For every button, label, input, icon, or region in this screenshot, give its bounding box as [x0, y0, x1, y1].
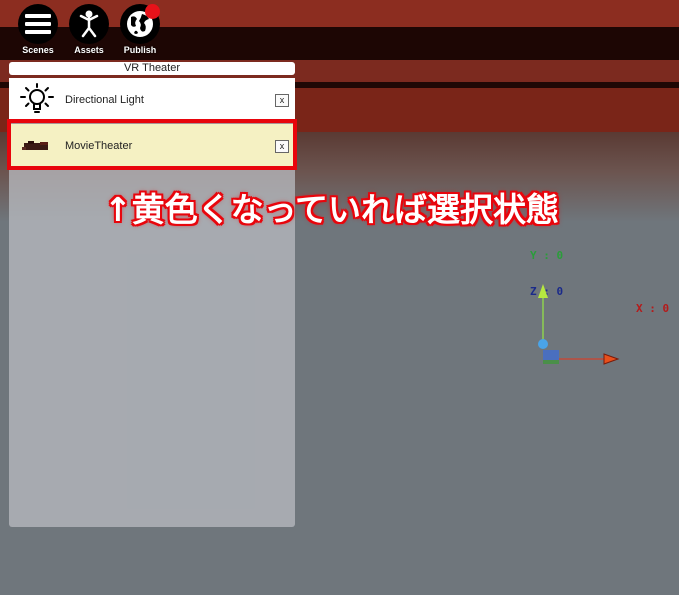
assets-button-label: Assets [74, 45, 104, 55]
scenes-button[interactable]: Scenes [16, 4, 60, 55]
annotation-text: ↑黄色くなっていれば選択状態 [104, 190, 560, 229]
scenes-button-label: Scenes [22, 45, 54, 55]
gizmo-x-label: X : 0 [636, 302, 670, 315]
panel-title: VR Theater [9, 62, 295, 75]
gizmo-base [543, 360, 559, 364]
hierarchy-item-directional-light[interactable]: Directional Light x [9, 78, 295, 122]
gizmo-origin[interactable] [538, 339, 548, 349]
publish-button[interactable]: Publish [118, 4, 162, 55]
lightbulb-icon [9, 78, 65, 122]
publish-button-label: Publish [123, 45, 157, 55]
transform-gizmo[interactable] [520, 280, 630, 370]
hierarchy-item-label: Directional Light [65, 94, 144, 106]
person-icon [69, 4, 109, 44]
notification-badge [145, 4, 160, 19]
assets-button[interactable]: Assets [67, 4, 111, 55]
gizmo-x-arrow[interactable] [603, 353, 620, 365]
gizmo-y-label: Y : 0 [530, 249, 564, 262]
gizmo-y-arrow[interactable] [538, 284, 548, 298]
menu-icon [18, 4, 58, 44]
selection-highlight-frame [7, 119, 297, 170]
remove-button[interactable]: x [275, 93, 289, 107]
